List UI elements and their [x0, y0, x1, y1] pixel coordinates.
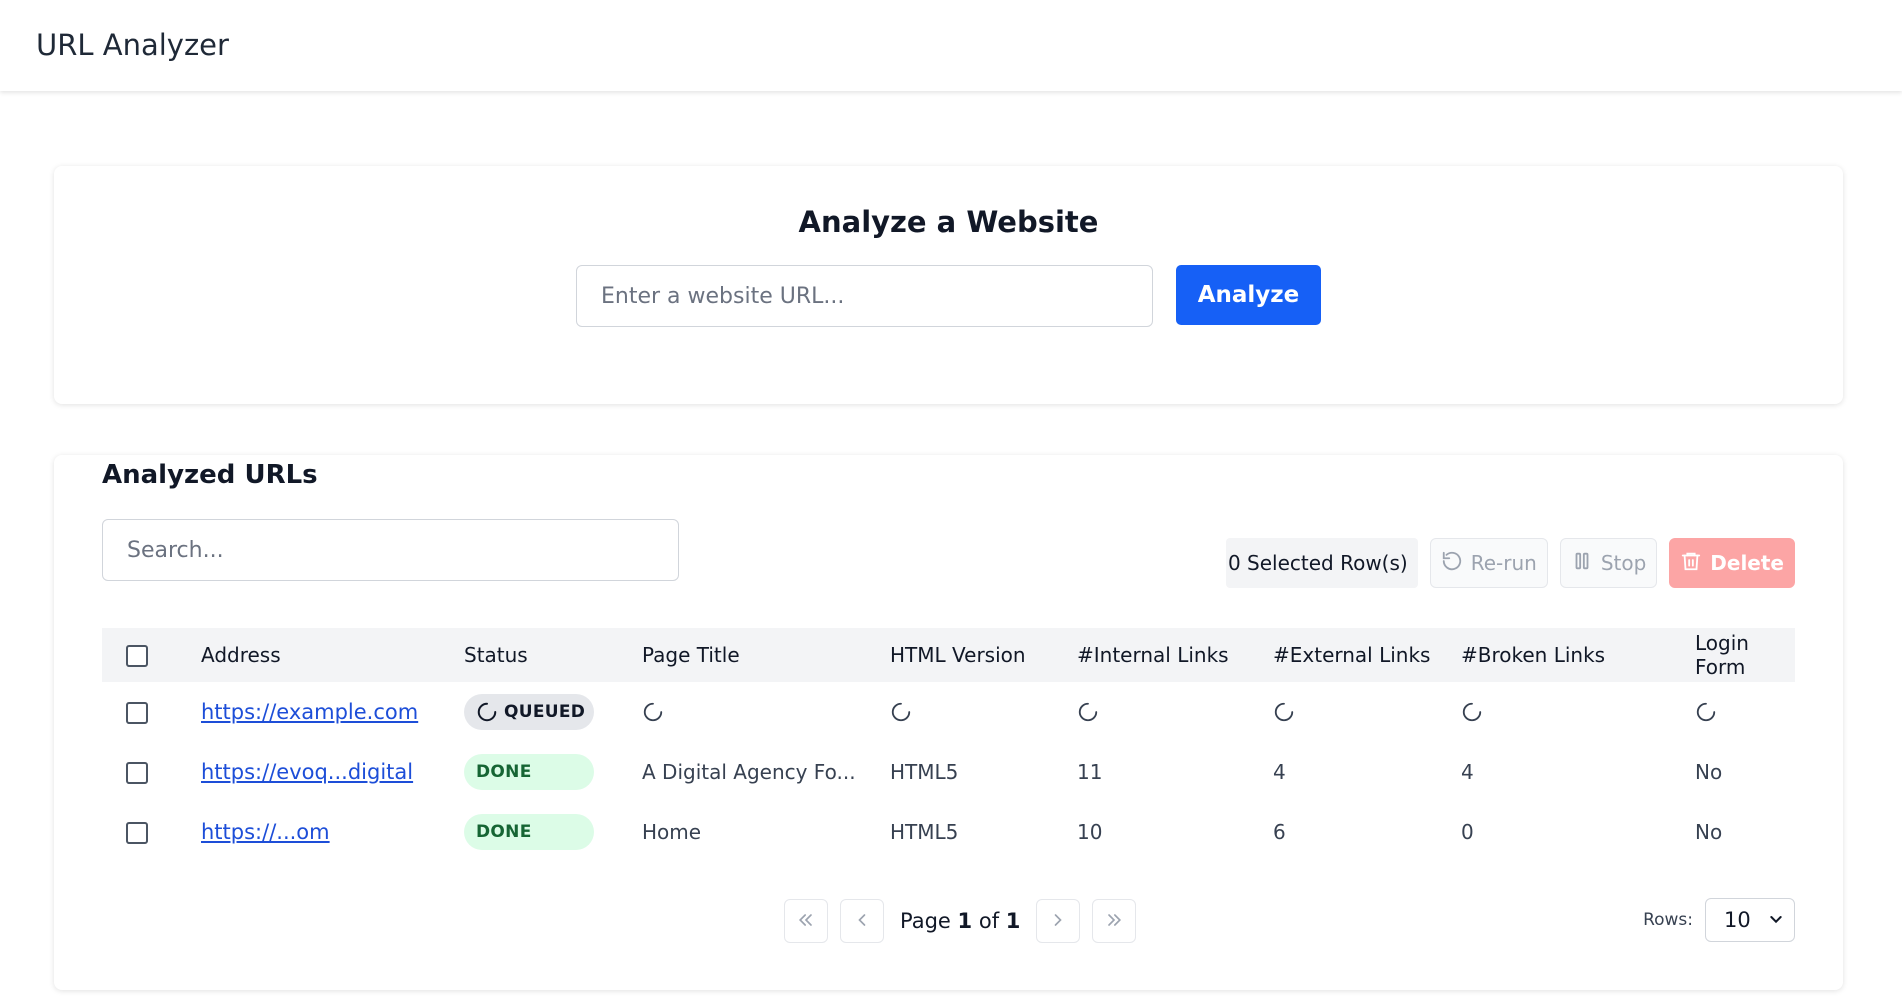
rows-value: 10 — [1724, 908, 1751, 932]
analyze-card: Analyze a Website Analyze — [54, 166, 1843, 404]
column-header[interactable]: Page Title — [642, 628, 890, 682]
external-links-cell: 6 — [1273, 820, 1286, 844]
html-version-cell: HTML5 — [890, 760, 959, 784]
rows-select[interactable]: 10 — [1705, 898, 1795, 942]
status-badge: DONE — [464, 814, 594, 850]
url-link[interactable]: https://...om — [201, 820, 330, 844]
last-page-button[interactable] — [1092, 899, 1137, 943]
delete-button[interactable]: Delete — [1669, 538, 1795, 588]
rerun-button[interactable]: Re-run — [1429, 538, 1548, 588]
row-checkbox[interactable] — [126, 702, 148, 725]
rerun-label: Re-run — [1470, 551, 1537, 575]
url-link[interactable]: https://evoq...digital — [201, 760, 413, 784]
stop-label: Stop — [1600, 551, 1647, 575]
table-row[interactable]: https://...om DONE Home HTML5 10 6 0 No — [102, 802, 1795, 862]
page-title-cell: A Digital Agency Fo... — [642, 760, 856, 784]
analyzed-urls-card: Analyzed URLs 0 Selected Row(s) Re-run S… — [54, 455, 1843, 990]
spinner-icon — [1077, 701, 1273, 723]
column-header[interactable]: Login Form — [1695, 628, 1795, 682]
analyzed-urls-heading: Analyzed URLs — [102, 460, 318, 490]
table-header-row: Address Status Page Title HTML Version #… — [102, 628, 1795, 682]
select-all-checkbox[interactable] — [126, 645, 148, 668]
rerun-icon — [1441, 550, 1463, 577]
pagination: Page 1 of 1 — [784, 899, 1137, 943]
spinner-icon — [476, 701, 498, 723]
next-page-button[interactable] — [1036, 899, 1081, 943]
rows-label: Rows: — [1643, 910, 1693, 930]
total-pages: 1 — [1005, 909, 1021, 933]
column-header[interactable]: #External Links — [1273, 628, 1461, 682]
spinner-icon — [1461, 701, 1695, 723]
table-row[interactable]: https://example.com QUEUED — [102, 682, 1795, 742]
page-word: Page — [900, 909, 951, 933]
trash-icon — [1680, 550, 1702, 577]
column-header[interactable]: HTML Version — [890, 628, 1077, 682]
broken-links-cell: 0 — [1461, 820, 1474, 844]
table-row[interactable]: https://evoq...digital DONE A Digital Ag… — [102, 742, 1795, 802]
bulk-actions: 0 Selected Row(s) Re-run Stop Delete — [1225, 538, 1795, 588]
spinner-icon — [1273, 701, 1461, 723]
app-title: URL Analyzer — [36, 28, 229, 62]
broken-links-cell: 4 — [1461, 760, 1474, 784]
column-header[interactable]: #Broken Links — [1461, 628, 1695, 682]
first-page-button[interactable] — [784, 899, 828, 943]
chevron-right-icon — [1048, 910, 1068, 933]
chevron-down-icon — [1768, 908, 1784, 932]
chevrons-left-icon — [796, 910, 816, 933]
top-bar: URL Analyzer — [0, 0, 1902, 91]
login-form-cell: No — [1695, 820, 1723, 844]
of-word: of — [978, 909, 1000, 933]
page-info: Page 1 of 1 — [896, 909, 1024, 933]
row-checkbox[interactable] — [126, 762, 148, 785]
external-links-cell: 4 — [1273, 760, 1286, 784]
spinner-icon — [890, 701, 1077, 723]
urls-table: Address Status Page Title HTML Version #… — [102, 628, 1795, 862]
stop-button[interactable]: Stop — [1559, 538, 1658, 588]
status-badge: DONE — [464, 754, 594, 790]
url-link[interactable]: https://example.com — [201, 700, 418, 724]
internal-links-cell: 10 — [1077, 820, 1103, 844]
rows-per-page: Rows: 10 — [1643, 898, 1795, 942]
delete-label: Delete — [1710, 551, 1784, 575]
column-header[interactable]: #Internal Links — [1077, 628, 1273, 682]
page-title-cell: Home — [642, 820, 702, 844]
row-checkbox[interactable] — [126, 822, 148, 845]
selected-count: 0 Selected Row(s) — [1225, 538, 1418, 588]
chevron-left-icon — [852, 910, 872, 933]
internal-links-cell: 11 — [1077, 760, 1103, 784]
prev-page-button[interactable] — [840, 899, 884, 943]
analyze-heading: Analyze a Website — [798, 205, 1099, 239]
login-form-cell: No — [1695, 760, 1723, 784]
analyze-button[interactable]: Analyze — [1176, 265, 1321, 325]
column-header[interactable]: Status — [464, 628, 642, 682]
html-version-cell: HTML5 — [890, 820, 959, 844]
pause-icon — [1571, 550, 1593, 577]
spinner-icon — [642, 701, 890, 723]
column-header[interactable]: Address — [201, 628, 464, 682]
current-page: 1 — [957, 909, 973, 933]
url-input[interactable] — [576, 265, 1153, 327]
spinner-icon — [1695, 701, 1795, 723]
search-input[interactable] — [102, 519, 679, 581]
status-text: QUEUED — [504, 702, 586, 722]
status-badge: QUEUED — [464, 694, 594, 730]
chevrons-right-icon — [1104, 910, 1124, 933]
